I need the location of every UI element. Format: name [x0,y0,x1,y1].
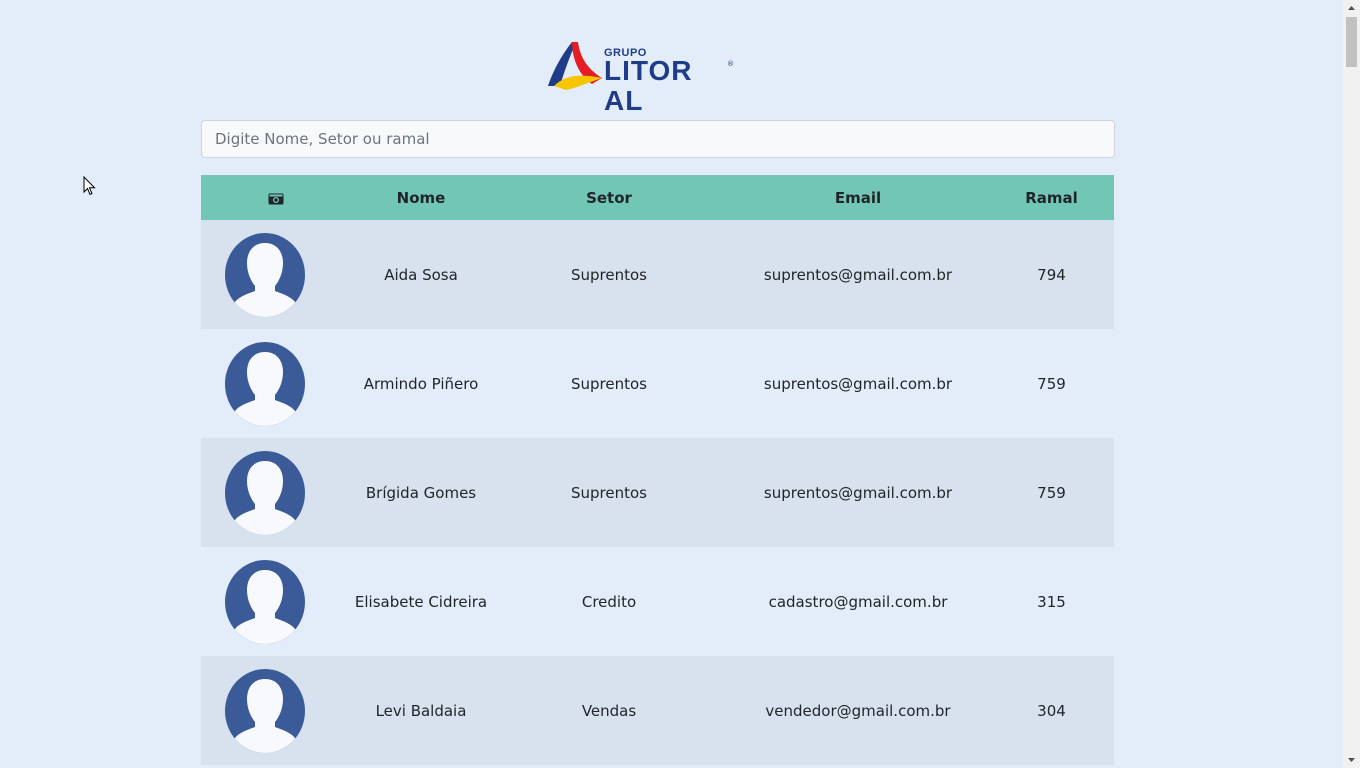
email-cell: vendedor@gmail.com.br [727,656,989,765]
avatar-cell [201,438,351,547]
name-cell: Elisabete Cidreira [351,547,491,656]
table-row[interactable]: Brígida Gomes Suprentos suprentos@gmail.… [201,438,1114,547]
mouse-cursor-icon [83,176,96,196]
avatar-placeholder-icon [225,560,305,644]
sector-cell: Suprentos [491,438,727,547]
extension-cell: 759 [989,329,1114,438]
extension-cell: 315 [989,547,1114,656]
grupo-litoral-logo: GRUPO LITOR AL ® [546,38,736,116]
email-cell: suprentos@gmail.com.br [727,220,989,329]
sector-cell: Suprentos [491,329,727,438]
vertical-scrollbar[interactable] [1343,0,1360,768]
name-column-header[interactable]: Nome [351,175,491,220]
extension-column-header[interactable]: Ramal [989,175,1114,220]
avatar-cell [201,220,351,329]
scroll-down-arrow-icon[interactable] [1343,751,1360,768]
sector-cell: Suprentos [491,220,727,329]
logo-mark-icon [548,42,602,90]
email-cell: cadastro@gmail.com.br [727,547,989,656]
name-cell: Armindo Piñero [351,329,491,438]
avatar-cell [201,656,351,765]
avatar-placeholder-icon [225,342,305,426]
extension-cell: 304 [989,656,1114,765]
logo-big-text: LITOR AL [604,55,693,116]
avatar-placeholder-icon [225,669,305,753]
table-header-row: Nome Setor Email Ramal [201,175,1114,220]
table-row[interactable]: Armindo Piñero Suprentos suprentos@gmail… [201,329,1114,438]
table-row[interactable]: Elisabete Cidreira Credito cadastro@gmai… [201,547,1114,656]
scrollbar-thumb[interactable] [1346,17,1357,67]
camera-icon [268,193,284,205]
avatar-cell [201,329,351,438]
logo-registered-mark: ® [727,60,734,68]
email-column-header[interactable]: Email [727,175,989,220]
table-row[interactable]: Aida Sosa Suprentos suprentos@gmail.com.… [201,220,1114,329]
search-input[interactable] [201,120,1115,158]
page: GRUPO LITOR AL ® Nome Setor Email [0,0,1343,768]
avatar-placeholder-icon [225,451,305,535]
directory-table: Nome Setor Email Ramal Aida Sosa Suprent… [201,175,1114,765]
extension-cell: 759 [989,438,1114,547]
sector-column-header[interactable]: Setor [491,175,727,220]
avatar-placeholder-icon [225,233,305,317]
email-cell: suprentos@gmail.com.br [727,438,989,547]
table-row[interactable]: Levi Baldaia Vendas vendedor@gmail.com.b… [201,656,1114,765]
scroll-up-arrow-icon[interactable] [1343,0,1360,17]
photo-column-header [201,175,351,220]
email-cell: suprentos@gmail.com.br [727,329,989,438]
sector-cell: Vendas [491,656,727,765]
name-cell: Levi Baldaia [351,656,491,765]
name-cell: Brígida Gomes [351,438,491,547]
avatar-cell [201,547,351,656]
name-cell: Aida Sosa [351,220,491,329]
extension-cell: 794 [989,220,1114,329]
sector-cell: Credito [491,547,727,656]
